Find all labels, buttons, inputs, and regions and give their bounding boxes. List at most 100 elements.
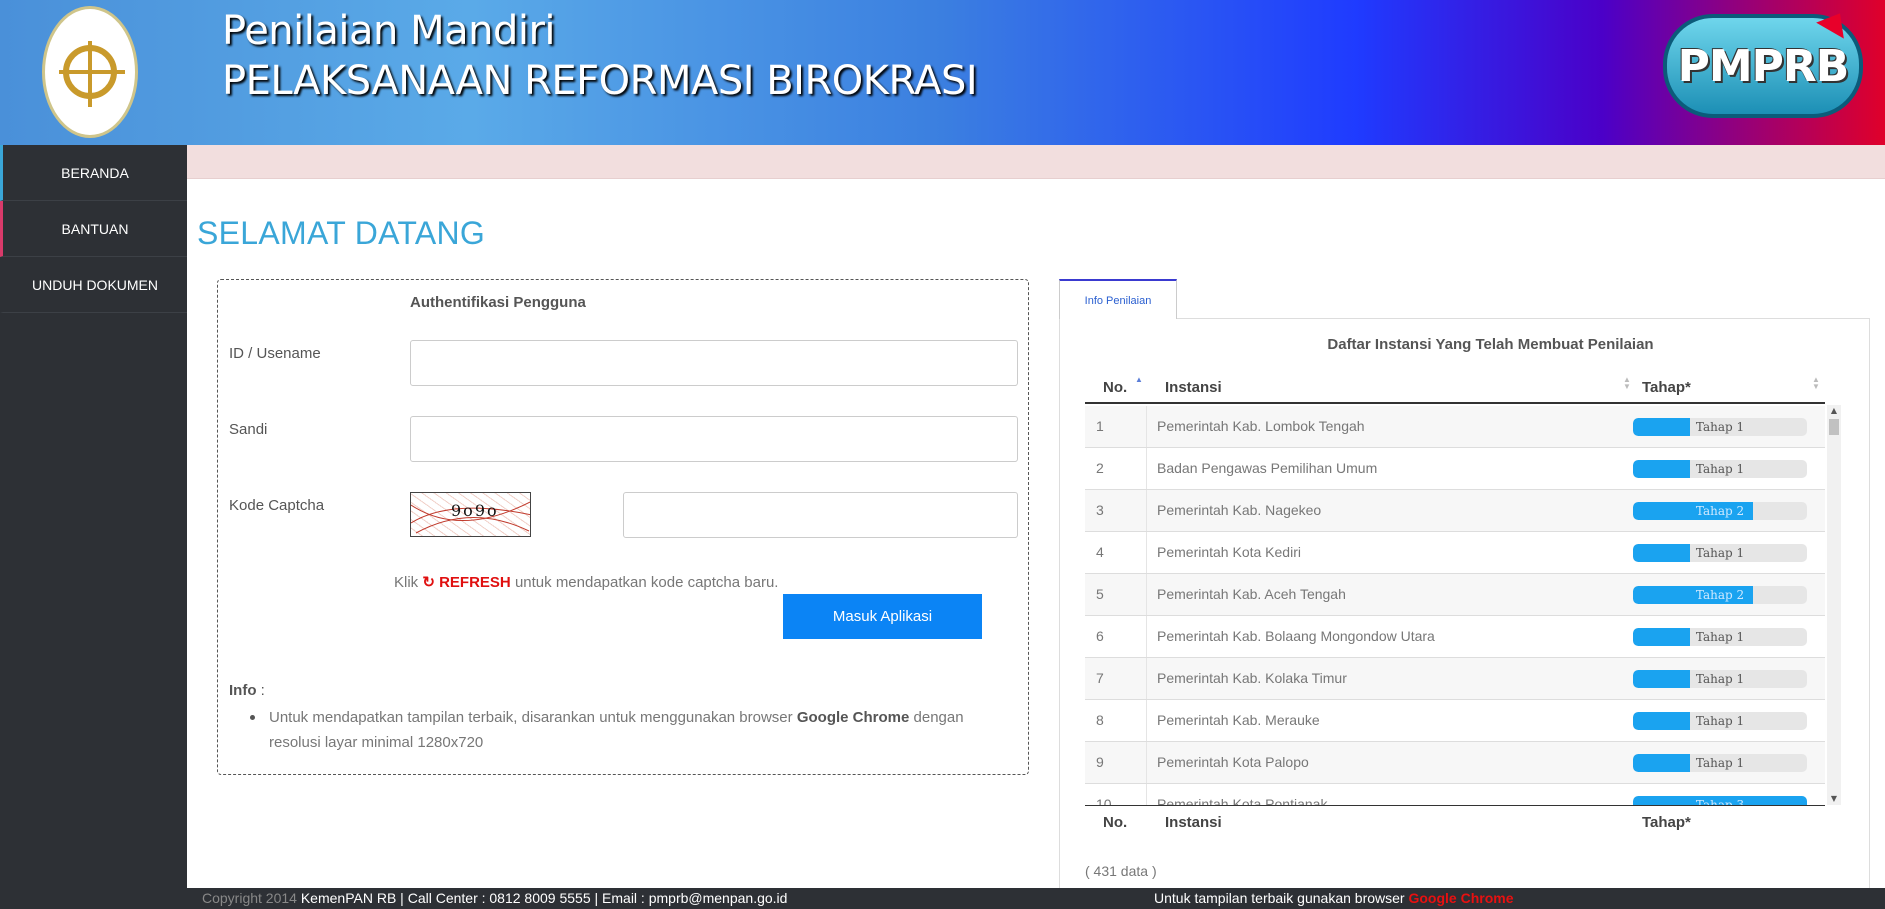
row-instansi: Pemerintah Kota Palopo [1157,754,1309,770]
table-header: No. ▲ Instansi ▲ ▼ Tahap* ▲ ▼ [1085,371,1825,404]
tahap-progress-bar: Tahap 1 [1633,754,1807,772]
table-row[interactable]: 5 Pemerintah Kab. Aceh Tengah Tahap 2 [1085,574,1825,616]
tahap-progress-bar: Tahap 1 [1633,670,1807,688]
captcha-input[interactable] [623,492,1018,538]
sidebar: BERANDA BANTUAN UNDUH DOKUMEN [0,145,187,909]
info-label: Info [229,682,257,699]
refresh-hint: Klik ↻ REFRESH untuk mendapatkan kode ca… [394,573,778,591]
record-count: ( 431 data ) [1085,863,1157,879]
table-row[interactable]: 7 Pemerintah Kab. Kolaka Timur Tahap 1 [1085,658,1825,700]
col-footer-tahap: Tahap* [1642,814,1691,831]
table-body: 1 Pemerintah Kab. Lombok Tengah Tahap 1 2 Ba… [1085,406,1845,806]
sort-icon[interactable]: ▲ ▼ [1812,376,1820,391]
row-instansi: Pemerintah Kab. Lombok Tengah [1157,418,1365,434]
row-instansi: Pemerintah Kota Kediri [1157,544,1301,560]
row-instansi: Badan Pengawas Pemilihan Umum [1157,460,1378,476]
tahap-progress-bar: Tahap 1 [1633,418,1807,436]
refresh-icon[interactable]: ↻ [422,574,435,591]
footer-browser-hint: Untuk tampilan terbaik gunakan browser [1154,890,1405,906]
row-number: 6 [1085,616,1147,657]
tahap-label: Tahap 2 [1695,504,1745,518]
captcha-label: Kode Captcha [229,497,325,514]
table-row[interactable]: 9 Pemerintah Kota Palopo Tahap 1 [1085,742,1825,784]
captcha-code: 9o9o [451,501,499,520]
info-text: Untuk mendapatkan tampilan terbaik, disa… [269,705,1019,755]
kemenpan-logo [42,6,138,138]
row-number: 1 [1085,406,1147,447]
table-scrollbar[interactable]: ▲ ▼ [1827,405,1841,805]
footer-right: Untuk tampilan terbaik gunakan browser G… [1154,888,1513,909]
arrow-icon [1816,5,1854,39]
row-instansi: Pemerintah Kota Pontianak [1157,796,1328,806]
sidebar-item-bantuan[interactable]: BANTUAN [0,201,187,257]
refresh-prefix: Klik [394,574,419,591]
tab-info-penilaian[interactable]: Info Penilaian [1059,279,1177,319]
col-footer-instansi: Instansi [1165,814,1222,831]
table-footer: No. Instansi Tahap* [1085,805,1825,845]
header-title-line2: PELAKSANAAN REFORMASI BIROKRASI [222,58,978,104]
table-row[interactable]: 4 Pemerintah Kota Kediri Tahap 1 [1085,532,1825,574]
username-input[interactable] [410,340,1018,386]
footer: Copyright 2014 KemenPAN RB | Call Center… [187,888,1885,909]
row-number: 10 [1085,784,1147,806]
pmprb-logo: PMPRB [1663,5,1863,118]
table-row[interactable]: 10 Pemerintah Kota Pontianak Tahap 3 [1085,784,1825,806]
pmprb-logo-text: PMPRB [1677,40,1850,92]
tahap-progress-bar: Tahap 2 [1633,586,1807,604]
table-row[interactable]: 1 Pemerintah Kab. Lombok Tengah Tahap 1 [1085,406,1825,448]
sort-asc-icon[interactable]: ▲ [1135,376,1143,384]
tahap-progress-bar: Tahap 1 [1633,544,1807,562]
row-number: 3 [1085,490,1147,531]
col-footer-no: No. [1103,814,1128,831]
tahap-progress-bar: Tahap 1 [1633,460,1807,478]
tahap-progress-bar: Tahap 2 [1633,502,1807,520]
password-input[interactable] [410,416,1018,462]
tahap-label: Tahap 1 [1695,462,1745,476]
page-title: SELAMAT DATANG [197,215,486,251]
tahap-label: Tahap 2 [1695,588,1745,602]
login-button[interactable]: Masuk Aplikasi [783,594,982,639]
info-text-1: Untuk mendapatkan tampilan terbaik, disa… [269,709,793,726]
info-browser: Google Chrome [796,709,910,726]
col-header-instansi[interactable]: Instansi [1165,379,1222,396]
bullet-icon [250,715,255,720]
footer-left: Copyright 2014 KemenPAN RB | Call Center… [202,888,787,909]
sidebar-item-beranda[interactable]: BERANDA [0,145,187,201]
login-panel: Authentifikasi Pengguna ID / Usename San… [217,279,1029,775]
refresh-suffix: untuk mendapatkan kode captcha baru. [514,574,779,591]
tahap-label: Tahap 1 [1695,630,1745,644]
col-header-tahap[interactable]: Tahap* [1642,379,1691,396]
tahap-progress-bar: Tahap 1 [1633,712,1807,730]
table-row[interactable]: 2 Badan Pengawas Pemilihan Umum Tahap 1 [1085,448,1825,490]
row-instansi: Pemerintah Kab. Aceh Tengah [1157,586,1346,602]
login-heading: Authentifikasi Pengguna [410,294,586,311]
footer-contact: KemenPAN RB | Call Center : 0812 8009 55… [300,890,788,906]
sidebar-item-unduh-dokumen[interactable]: UNDUH DOKUMEN [0,257,187,313]
col-header-no[interactable]: No. [1103,379,1127,396]
captcha-image: 9o9o [410,492,531,537]
header: Penilaian Mandiri PELAKSANAAN REFORMASI … [0,0,1885,145]
refresh-link[interactable]: REFRESH [439,574,511,591]
row-number: 9 [1085,742,1147,783]
row-number: 4 [1085,532,1147,573]
tahap-label: Tahap 1 [1695,420,1745,434]
row-number: 8 [1085,700,1147,741]
table-row[interactable]: 8 Pemerintah Kab. Merauke Tahap 1 [1085,700,1825,742]
table-row[interactable]: 3 Pemerintah Kab. Nagekeo Tahap 2 [1085,490,1825,532]
scroll-up-icon[interactable]: ▲ [1827,405,1841,417]
table-caption: Daftar Instansi Yang Telah Membuat Penil… [1327,336,1654,353]
tahap-label: Tahap 1 [1695,546,1745,560]
row-instansi: Pemerintah Kab. Nagekeo [1157,502,1322,518]
row-instansi: Pemerintah Kab. Bolaang Mongondow Utara [1157,628,1435,644]
tahap-label: Tahap 1 [1695,672,1745,686]
table-row[interactable]: 6 Pemerintah Kab. Bolaang Mongondow Utara… [1085,616,1825,658]
scrollbar-thumb[interactable] [1829,419,1839,435]
row-number: 5 [1085,574,1147,615]
sort-icon[interactable]: ▲ ▼ [1623,376,1631,391]
tahap-label: Tahap 1 [1695,714,1745,728]
row-number: 7 [1085,658,1147,699]
scroll-down-icon[interactable]: ▼ [1827,793,1841,805]
info-panel: Info Penilaian Daftar Instansi Yang Tela… [1059,279,1870,909]
password-label: Sandi [229,421,268,438]
ship-wheel-icon [63,45,117,99]
